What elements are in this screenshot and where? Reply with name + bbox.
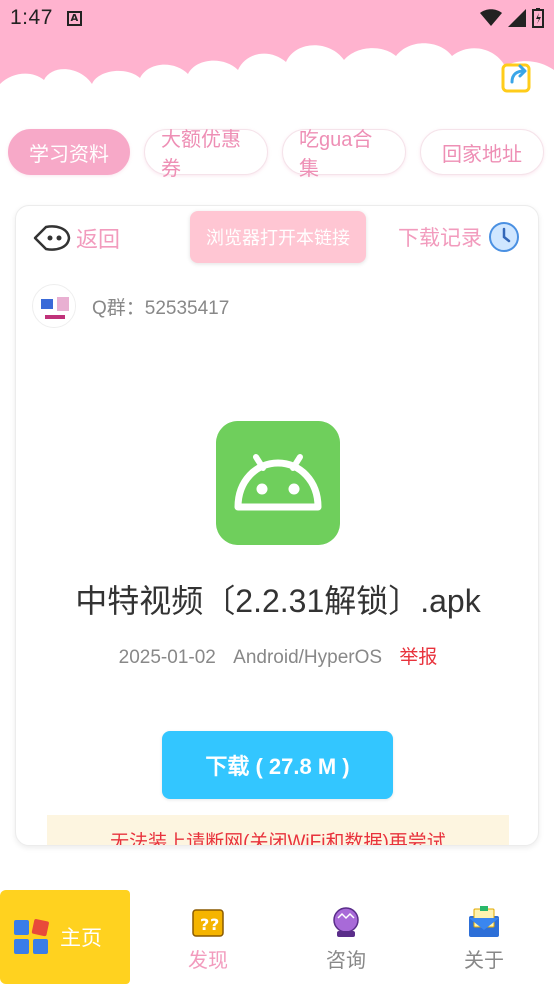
tab-gossip[interactable]: 吃gua合集 bbox=[282, 129, 406, 180]
file-name: 中特视频〔2.2.31解锁〕.apk bbox=[75, 583, 481, 619]
back-button[interactable]: 返回 bbox=[32, 222, 120, 254]
download-history-label: 下载记录 bbox=[398, 227, 482, 250]
mystery-box-icon: ? ? bbox=[192, 909, 224, 937]
home-blocks-icon bbox=[14, 919, 49, 954]
wifi-icon bbox=[480, 9, 502, 26]
nav-home-label: 主页 bbox=[60, 927, 102, 950]
tab-study-materials[interactable]: 学习资料 bbox=[8, 129, 130, 175]
android-app-icon bbox=[216, 421, 340, 545]
file-meta: 2025-01-02 Android/HyperOS 举报 bbox=[16, 642, 538, 669]
avatar-image-icon bbox=[34, 286, 75, 327]
crystal-ball-icon bbox=[333, 907, 359, 937]
nav-consult[interactable]: 咨询 bbox=[306, 904, 386, 973]
status-time: 1:47 bbox=[10, 6, 53, 29]
file-date: 2025-01-02 bbox=[118, 647, 216, 668]
nav-home[interactable]: 主页 bbox=[0, 890, 130, 984]
download-card: 返回 浏览器打开本链接 下载记录 Q群：52535417 中特视频〔2.2.31… bbox=[15, 205, 539, 846]
app-screen: 1:47 A 学习资料 大额优惠券 吃gua合集 回家地址 返回 浏览器打开本链… bbox=[0, 0, 554, 984]
report-link[interactable]: 举报 bbox=[399, 647, 437, 668]
nav-consult-label: 咨询 bbox=[326, 950, 366, 972]
nav-about[interactable]: 关于 bbox=[444, 904, 524, 973]
qq-group-row: Q群：52535417 bbox=[32, 284, 229, 328]
battery-icon bbox=[532, 8, 544, 28]
download-button[interactable]: 下载 ( 27.8 M ) bbox=[162, 731, 393, 799]
tab-home-address[interactable]: 回家地址 bbox=[420, 129, 544, 175]
notification-icon: A bbox=[66, 10, 82, 26]
file-platform: Android/HyperOS bbox=[233, 647, 383, 668]
nav-about-label: 关于 bbox=[464, 950, 504, 972]
clock-icon bbox=[489, 222, 519, 252]
bottom-navigation: 主页 ? ? 发现 咨询 关于 bbox=[0, 890, 554, 984]
status-bar: 1:47 A bbox=[0, 0, 554, 36]
install-warning: 无法装上请断网(关闭WiFi和数据)再尝试 bbox=[47, 815, 509, 845]
download-history-button[interactable]: 下载记录 bbox=[398, 221, 520, 253]
signal-icon bbox=[508, 9, 526, 27]
nav-discover[interactable]: ? ? 发现 bbox=[168, 904, 248, 973]
qq-group-avatar bbox=[32, 284, 76, 328]
svg-text:?: ? bbox=[200, 915, 209, 934]
back-arrow-icon bbox=[33, 225, 71, 251]
status-icons bbox=[480, 8, 544, 28]
tab-coupons[interactable]: 大额优惠券 bbox=[144, 129, 268, 180]
svg-text:?: ? bbox=[210, 915, 219, 934]
open-in-browser-button[interactable]: 浏览器打开本链接 bbox=[190, 211, 366, 263]
category-tabs: 学习资料 大额优惠券 吃gua合集 回家地址 bbox=[8, 129, 544, 180]
share-icon[interactable] bbox=[500, 60, 534, 94]
envelope-icon bbox=[469, 906, 499, 937]
qq-group-number: Q群：52535417 bbox=[92, 297, 230, 319]
nav-discover-label: 发现 bbox=[188, 950, 228, 972]
back-label: 返回 bbox=[76, 227, 121, 252]
